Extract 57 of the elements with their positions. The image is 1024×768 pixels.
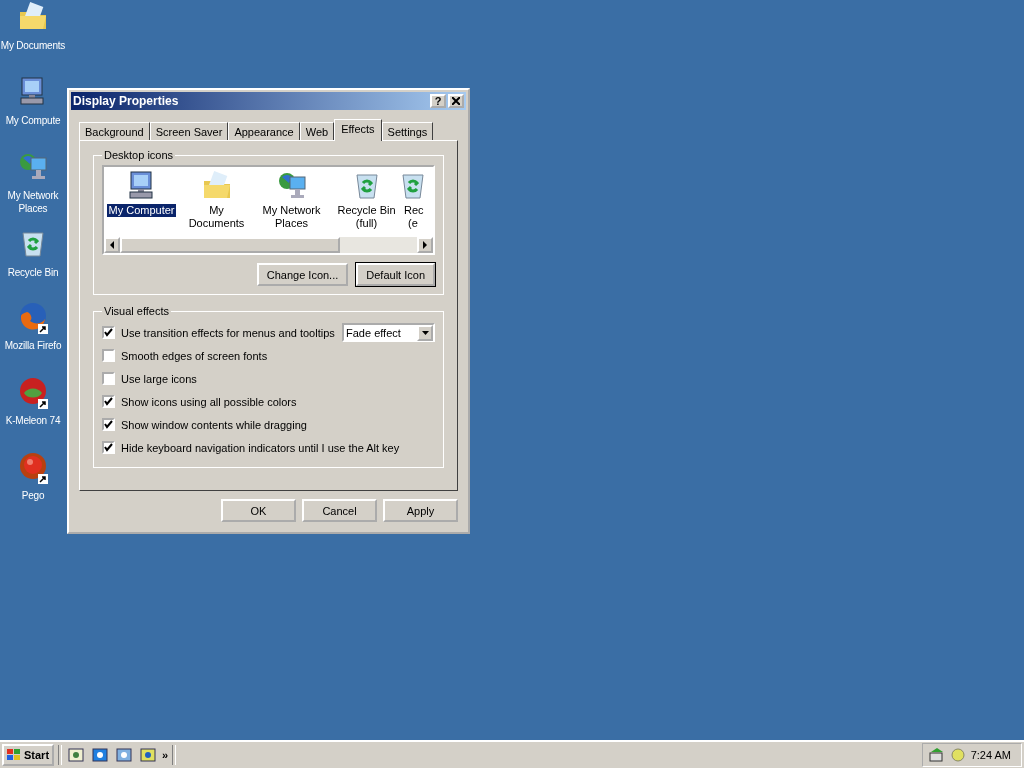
more-button[interactable]: » [162, 749, 169, 761]
checkbox[interactable] [102, 349, 115, 362]
shortcut-arrow-icon [38, 399, 48, 409]
shortcut-arrow-icon [38, 474, 48, 484]
tab[interactable]: Appearance [228, 122, 300, 140]
dialog-button[interactable]: Default Icon [356, 263, 435, 286]
desktop-icon-label[interactable]: Recycle Bin [7, 266, 59, 279]
tab[interactable]: Settings [381, 122, 434, 140]
app-icon [17, 375, 49, 407]
effect-dropdown[interactable]: Fade effect [342, 323, 435, 342]
icon-list-item[interactable]: My Network Places [254, 169, 329, 237]
dialog-button[interactable]: Apply [383, 499, 458, 522]
checkbox-label: Show window contents while dragging [121, 418, 308, 431]
checkbox-label: Use transition effects for menus and tooltips [121, 326, 336, 339]
checkbox-label: Show icons using all possible colors [121, 395, 298, 408]
group-title: Visual effects [103, 305, 171, 317]
right-arrow-icon [422, 241, 428, 249]
checkbox[interactable] [102, 372, 115, 385]
desktop-icon-label[interactable]: My Documents [0, 39, 66, 52]
help-button[interactable]: ? [430, 94, 446, 108]
desktop-icon-label[interactable]: Pego [21, 489, 45, 502]
shortcut-arrow-icon [38, 324, 48, 334]
app-icon [17, 300, 49, 332]
checkbox-label: Smooth edges of screen fonts [121, 349, 269, 362]
checkbox-label: Hide keyboard navigation indicators until I use the Alt key [121, 441, 401, 454]
left-arrow-icon [109, 241, 115, 249]
tab[interactable]: Screen Saver [149, 122, 229, 140]
tab[interactable]: Effects [334, 119, 382, 141]
folder-icon [17, 0, 49, 32]
icon-list-item[interactable]: My Computer [104, 169, 179, 237]
windows-logo-icon [7, 749, 21, 761]
app-icon [17, 450, 49, 482]
checkbox[interactable] [102, 418, 115, 431]
desktop-icon-label[interactable]: My Network Places [2, 189, 64, 215]
icon-list-item[interactable]: Rec (e [404, 169, 422, 237]
checkbox-label: Use large icons [121, 372, 198, 385]
desktop-icon-label[interactable]: K-Meleon 74 [5, 414, 61, 427]
dialog-button[interactable]: OK [221, 499, 296, 522]
icon-list-item[interactable]: Recycle Bin (full) [329, 169, 404, 237]
window-title: Display Properties [73, 94, 180, 108]
checkbox[interactable] [102, 441, 115, 454]
close-button[interactable] [448, 94, 464, 108]
tab[interactable]: Background [79, 122, 150, 140]
clock: 7:24 AM [970, 749, 1011, 761]
close-icon [452, 97, 460, 105]
dialog-button[interactable]: Change Icon... [256, 263, 349, 286]
checkbox[interactable] [102, 326, 115, 339]
start-button[interactable]: Start [2, 744, 55, 766]
group-title: Desktop icons [103, 149, 175, 161]
icon-list-item[interactable]: My Documents [179, 169, 254, 237]
desktop-icon-label[interactable]: My Compute [5, 114, 61, 127]
horizontal-scrollbar[interactable] [104, 237, 433, 253]
tab[interactable]: Web [299, 122, 335, 140]
caret-icon [421, 330, 429, 335]
desktop-icon-label[interactable]: Mozilla Firefo [4, 339, 62, 352]
checkbox[interactable] [102, 395, 115, 408]
dialog-button[interactable]: Cancel [302, 499, 377, 522]
